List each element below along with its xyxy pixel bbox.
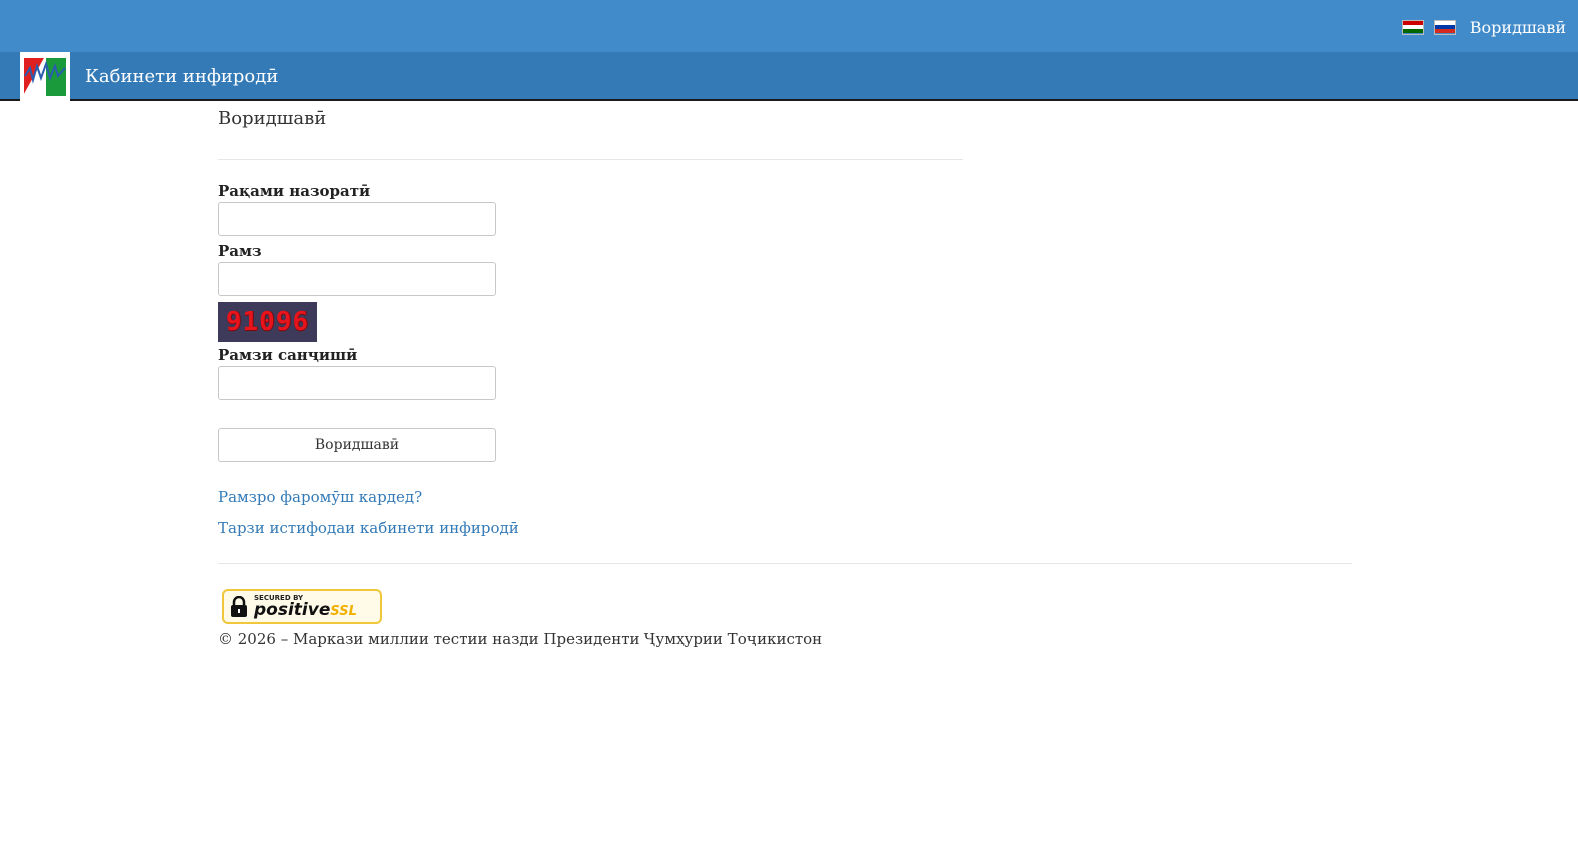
forgot-password-link[interactable]: Рамзро фаромӯш кардед? xyxy=(218,488,519,506)
copyright: © 2026 – Маркази миллии тестии назди Пре… xyxy=(218,630,823,648)
brand-title[interactable]: Кабинети инфиродӣ xyxy=(85,66,278,87)
login-form: Рақами назоратӣ Рамз 91096 Рамзи санҷишӣ… xyxy=(218,182,496,462)
logo-icon[interactable] xyxy=(20,52,70,101)
top-bar: Воридшавӣ xyxy=(0,0,1578,52)
captcha-image: 91096 xyxy=(218,302,317,342)
divider xyxy=(218,159,963,160)
footer-divider xyxy=(218,563,1352,564)
password-label: Рамз xyxy=(218,242,262,260)
password-input[interactable] xyxy=(218,262,496,296)
navbar: Кабинети инфиродӣ xyxy=(0,52,1578,101)
usage-guide-link[interactable]: Тарзи истифодаи кабинети инфиродӣ xyxy=(218,519,519,537)
signin-link[interactable]: Воридшавӣ xyxy=(1470,18,1566,37)
control-number-label: Рақами назоратӣ xyxy=(218,182,371,200)
captcha-code-label: Рамзи санҷишӣ xyxy=(218,346,358,364)
russian-flag-icon[interactable] xyxy=(1433,19,1456,35)
top-bar-actions: Воридшавӣ xyxy=(1401,17,1566,37)
help-links: Рамзро фаромӯш кардед? Тарзи истифодаи к… xyxy=(218,488,519,550)
control-number-input[interactable] xyxy=(218,202,496,236)
tajik-flag-icon[interactable] xyxy=(1401,19,1424,35)
page-title: Воридшавӣ xyxy=(218,108,327,129)
ssl-badge-suffix: SSL xyxy=(330,603,357,619)
lock-icon xyxy=(231,595,247,617)
main-content: Воридшавӣ Рақами назоратӣ Рамз 91096 Рам… xyxy=(218,104,1352,648)
ssl-badge[interactable]: SECURED BY positiveSSL xyxy=(222,589,382,624)
signin-button[interactable]: Воридшавӣ xyxy=(218,428,496,462)
ssl-badge-brand: positive xyxy=(254,599,331,620)
captcha-code-input[interactable] xyxy=(218,366,496,400)
